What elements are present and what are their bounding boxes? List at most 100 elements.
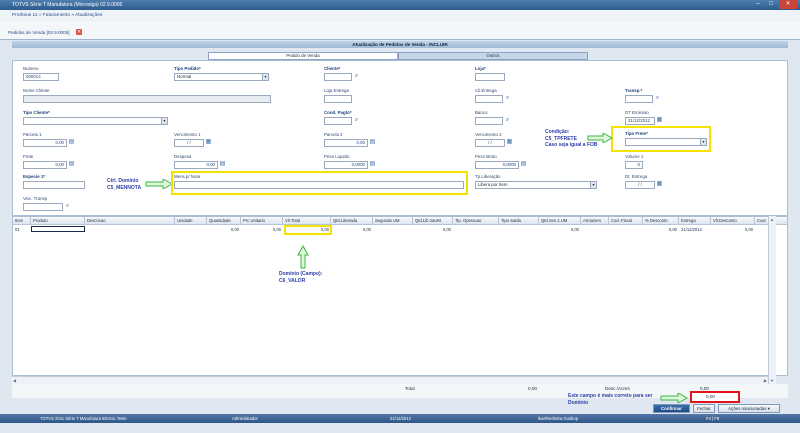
close-tab-icon[interactable]: ✕: [76, 29, 82, 35]
grid-cell-cod-fiscal[interactable]: [609, 226, 643, 233]
vencimento2-label: Vencimento 2: [475, 132, 502, 137]
grid-header-qtd-liberada[interactable]: Qtd.Liberada: [331, 217, 373, 225]
acoes-relacionadas-button[interactable]: Ações relacionadas ▾: [718, 404, 780, 413]
grid-header-tipo-saida[interactable]: Tipo Saida: [499, 217, 539, 225]
grid-cell-tip-operacao[interactable]: [453, 226, 499, 233]
peso-bruto-input[interactable]: 0,0000: [475, 161, 519, 169]
parcela1-input[interactable]: 0,00: [23, 139, 67, 147]
grid-cell-descricao[interactable]: [85, 226, 175, 233]
tipo-frete-select[interactable]: ▾: [625, 138, 707, 146]
tp-liberacao-select[interactable]: Libera por Item ▾: [475, 181, 597, 189]
calendar-icon[interactable]: ▦: [656, 181, 663, 188]
calendar-icon[interactable]: ▦: [205, 139, 212, 146]
grid-cell-item[interactable]: 01: [13, 226, 31, 233]
dt-entrega-input[interactable]: / /: [625, 181, 655, 189]
folder-tab-pedido-de-venda[interactable]: Pedido de Venda: [208, 52, 398, 60]
chevron-right-icon[interactable]: ▶: [764, 378, 767, 383]
minimize-button[interactable]: –: [752, 0, 764, 9]
parcela2-input[interactable]: 0,00: [324, 139, 368, 147]
cliente-input[interactable]: [324, 73, 352, 81]
search-icon[interactable]: ⌕: [353, 73, 360, 80]
folder-tab-outros[interactable]: Outros: [398, 52, 588, 60]
grid-cell-armazem[interactable]: [581, 226, 609, 233]
transp-input[interactable]: [625, 95, 653, 103]
veic-transp-input[interactable]: [23, 203, 63, 211]
grid-cell-entrega[interactable]: 21/12/2012: [679, 226, 711, 233]
especie1-input[interactable]: [23, 181, 85, 189]
calculator-icon[interactable]: ▤: [520, 161, 527, 168]
grid-header-item[interactable]: Item: [13, 217, 31, 225]
grid-header-entrega[interactable]: Entrega: [679, 217, 711, 225]
grid-cell-unidade[interactable]: [175, 226, 207, 233]
grid-header-qtd-lib-2um[interactable]: Qtd.Lib 2aUM: [413, 217, 453, 225]
search-icon[interactable]: ⌕: [64, 203, 71, 210]
calculator-icon[interactable]: ▤: [68, 139, 75, 146]
status-product: TOTVS 2011 Série T Manufatura 8SGUL Test…: [40, 416, 127, 421]
banco-input[interactable]: [475, 117, 503, 125]
grid-header-segunda-um[interactable]: Segunda UM: [373, 217, 413, 225]
cond-pagto-input[interactable]: [324, 117, 352, 125]
tipo-pedido-select[interactable]: Normal ▾: [174, 73, 269, 81]
grid-header-armazem[interactable]: Armazem: [581, 217, 609, 225]
grid-header-vlr-desconto[interactable]: Vlr.Desconto: [711, 217, 755, 225]
grid-cell-qtd-lib-2um[interactable]: 0,00: [413, 226, 453, 233]
search-icon[interactable]: ⌕: [353, 117, 360, 124]
close-window-button[interactable]: ✕: [779, 0, 797, 9]
vencimento2-input[interactable]: / /: [475, 139, 505, 147]
search-icon[interactable]: ⌕: [504, 95, 511, 102]
grid-header-qtd-ven-2um[interactable]: Qtd.Ven 2 UM: [539, 217, 581, 225]
grid-header-desconto[interactable]: % Desconto: [643, 217, 679, 225]
tipo-cliente-select[interactable]: ▾: [23, 117, 168, 125]
grid-cell-produto[interactable]: [31, 226, 85, 232]
grid-cell-prc-unitario[interactable]: 0,00: [241, 226, 283, 233]
grid-cell-desconto[interactable]: 0,00: [643, 226, 679, 233]
confirmar-button[interactable]: Confirmar: [653, 404, 690, 413]
dt-emissao-input[interactable]: 21/12/2012: [625, 117, 655, 125]
grid-cell-tipo-saida[interactable]: [499, 226, 539, 233]
total-box-value: 0,00: [706, 394, 715, 399]
grid-cell-segunda-um[interactable]: [373, 226, 413, 233]
calendar-icon[interactable]: ▦: [656, 117, 663, 124]
vencimento1-input[interactable]: / /: [174, 139, 204, 147]
grid-header-vlr-total[interactable]: Vlr.Total: [283, 217, 331, 225]
numero-input[interactable]: 000014: [23, 73, 59, 81]
grid-horizontal-scrollbar[interactable]: ◀ ▶: [12, 376, 768, 384]
volume1-input[interactable]: 0: [625, 161, 643, 169]
loja-input[interactable]: [475, 73, 505, 81]
mens-nota-input[interactable]: [174, 181, 464, 189]
calculator-icon[interactable]: ▤: [219, 161, 226, 168]
grid-header-prc-unitario[interactable]: Prc Unitario: [241, 217, 283, 225]
calculator-icon[interactable]: ▤: [369, 161, 376, 168]
chevron-up-icon[interactable]: ▲: [770, 217, 774, 222]
grid-header-tip-operacao[interactable]: Tip. Operacao: [453, 217, 499, 225]
grid-header-cod-fiscal[interactable]: Cod. Fiscal: [609, 217, 643, 225]
volume1-label: Volume 1: [625, 154, 644, 159]
calculator-icon[interactable]: ▤: [369, 139, 376, 146]
fechar-button[interactable]: Fechar: [693, 404, 715, 413]
frete-input[interactable]: 0,00: [23, 161, 67, 169]
loja-entrega-input[interactable]: [324, 95, 352, 103]
chevron-left-icon[interactable]: ◀: [13, 378, 16, 383]
chevron-down-icon: ▾: [700, 139, 706, 145]
despesa-input[interactable]: 0,00: [174, 161, 218, 169]
grid-header-quantidade[interactable]: Quantidade: [207, 217, 241, 225]
arrow-right-icon: [145, 179, 173, 189]
calculator-icon[interactable]: ▤: [68, 161, 75, 168]
search-icon[interactable]: ⌕: [654, 95, 661, 102]
grid-cell-qtd-ven-2um[interactable]: 0,00: [539, 226, 581, 233]
grid-header-unidade[interactable]: Unidade: [175, 217, 207, 225]
cli-entrega-input[interactable]: [475, 95, 503, 103]
grid-cell-quantidade[interactable]: 0,00: [207, 226, 241, 233]
peso-liquido-input[interactable]: 0,0000: [324, 161, 368, 169]
maximize-button[interactable]: □: [765, 0, 777, 9]
grid-cell-vlr-desconto[interactable]: 0,00: [711, 226, 755, 233]
grid-header-descricao[interactable]: Descricao: [85, 217, 175, 225]
grid-header-produto[interactable]: Produto: [31, 217, 85, 225]
total-highlight-box: 0,00: [690, 391, 740, 403]
document-tab-label[interactable]: Pedidos de Venda [02.9.0005]: [8, 30, 70, 35]
search-icon[interactable]: ⌕: [504, 117, 511, 124]
grid-cell-qtd-liberada[interactable]: 0,00: [331, 226, 373, 233]
chevron-down-icon[interactable]: ▼: [770, 378, 774, 383]
calendar-icon[interactable]: ▦: [506, 139, 513, 146]
grid-vertical-scrollbar[interactable]: ▲ ▼: [768, 216, 776, 384]
